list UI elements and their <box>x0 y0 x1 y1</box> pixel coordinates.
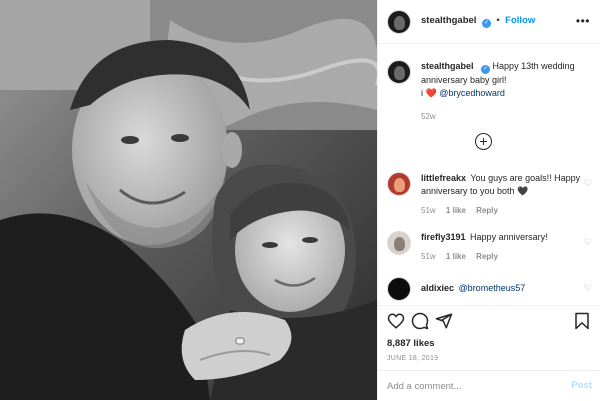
list-item: littlefreakx You guys are goals!! Happy … <box>387 172 592 217</box>
avatar[interactable] <box>387 231 411 255</box>
comment-time[interactable]: 51w <box>421 206 436 215</box>
avatar[interactable] <box>387 60 411 84</box>
comment-meta: 51w 1 like Reply <box>421 204 586 217</box>
caption-username[interactable]: stealthgabel <box>421 61 474 71</box>
list-item: firefly3191 Happy anniversary! 51w 1 lik… <box>387 231 592 263</box>
comment-time[interactable]: 51w <box>421 252 436 261</box>
header-username[interactable]: stealthgabel <box>421 15 476 26</box>
comment-mention[interactable]: @brometheus57 <box>459 283 526 293</box>
comments-list: stealthgabel ✓ Happy 13th wedding annive… <box>378 45 600 305</box>
likes-count[interactable]: 8,887 likes <box>387 338 435 349</box>
heart-icon[interactable] <box>387 312 405 330</box>
heart-icon[interactable]: ♡ <box>584 178 592 189</box>
comment-username[interactable]: aldixiec <box>421 283 454 293</box>
black-heart-emoji: 🖤 <box>517 186 529 196</box>
comment-icon[interactable] <box>411 312 429 330</box>
comment-body: littlefreakx You guys are goals!! Happy … <box>421 172 586 217</box>
comment-username[interactable]: firefly3191 <box>421 232 466 242</box>
header-user-line: stealthgabel ✓ • Follow <box>421 15 535 28</box>
comment-input[interactable] <box>387 379 547 394</box>
post-actions: 8,887 likes JUNE 18, 2019 Post <box>378 305 600 400</box>
post-side-panel: stealthgabel ✓ • Follow ••• stealthgabel… <box>377 0 600 400</box>
couple-photo <box>0 0 377 400</box>
red-heart-emoji: ❤️ <box>425 88 437 98</box>
caption-time[interactable]: 52w <box>421 112 436 121</box>
separator-dot: • <box>496 15 500 25</box>
verified-badge-icon: ✓ <box>481 19 491 28</box>
caption-line2-prefix: i <box>421 88 423 98</box>
comment-meta: 51w 1 like Reply <box>421 250 586 263</box>
plus-circle-icon[interactable]: + <box>475 133 492 150</box>
heart-icon[interactable]: ♡ <box>584 237 592 248</box>
follow-button[interactable]: Follow <box>505 15 535 26</box>
list-item: aldixiec @brometheus57 ♡ <box>387 277 592 301</box>
heart-icon[interactable]: ♡ <box>584 283 592 294</box>
verified-badge-icon: ✓ <box>481 65 491 74</box>
post-button[interactable]: Post <box>571 380 592 391</box>
add-comment-bar: Post <box>378 370 600 401</box>
avatar[interactable] <box>387 9 411 34</box>
comment-body: aldixiec @brometheus57 <box>421 277 586 301</box>
share-icon[interactable] <box>435 312 453 330</box>
caption-meta: 52w <box>421 110 586 123</box>
caption-mention[interactable]: @brycedhoward <box>439 88 505 98</box>
comment-likes[interactable]: 1 like <box>446 206 466 215</box>
comment-body: firefly3191 Happy anniversary! 51w 1 lik… <box>421 231 586 263</box>
comment-likes[interactable]: 1 like <box>446 252 466 261</box>
avatar[interactable] <box>387 277 411 301</box>
reply-button[interactable]: Reply <box>476 206 498 215</box>
ellipsis-icon[interactable]: ••• <box>576 14 590 28</box>
comment-text: Happy anniversary! <box>470 232 548 242</box>
post-date[interactable]: JUNE 18, 2019 <box>387 355 438 362</box>
bookmark-icon[interactable] <box>573 312 591 330</box>
avatar[interactable] <box>387 172 411 196</box>
post-header: stealthgabel ✓ • Follow ••• <box>378 0 600 44</box>
instagram-post: stealthgabel ✓ • Follow ••• stealthgabel… <box>0 0 600 400</box>
caption-body: stealthgabel ✓ Happy 13th wedding annive… <box>421 60 586 123</box>
reply-button[interactable]: Reply <box>476 252 498 261</box>
caption: stealthgabel ✓ Happy 13th wedding annive… <box>387 60 592 123</box>
post-photo[interactable] <box>0 0 377 400</box>
comment-username[interactable]: littlefreakx <box>421 173 466 183</box>
